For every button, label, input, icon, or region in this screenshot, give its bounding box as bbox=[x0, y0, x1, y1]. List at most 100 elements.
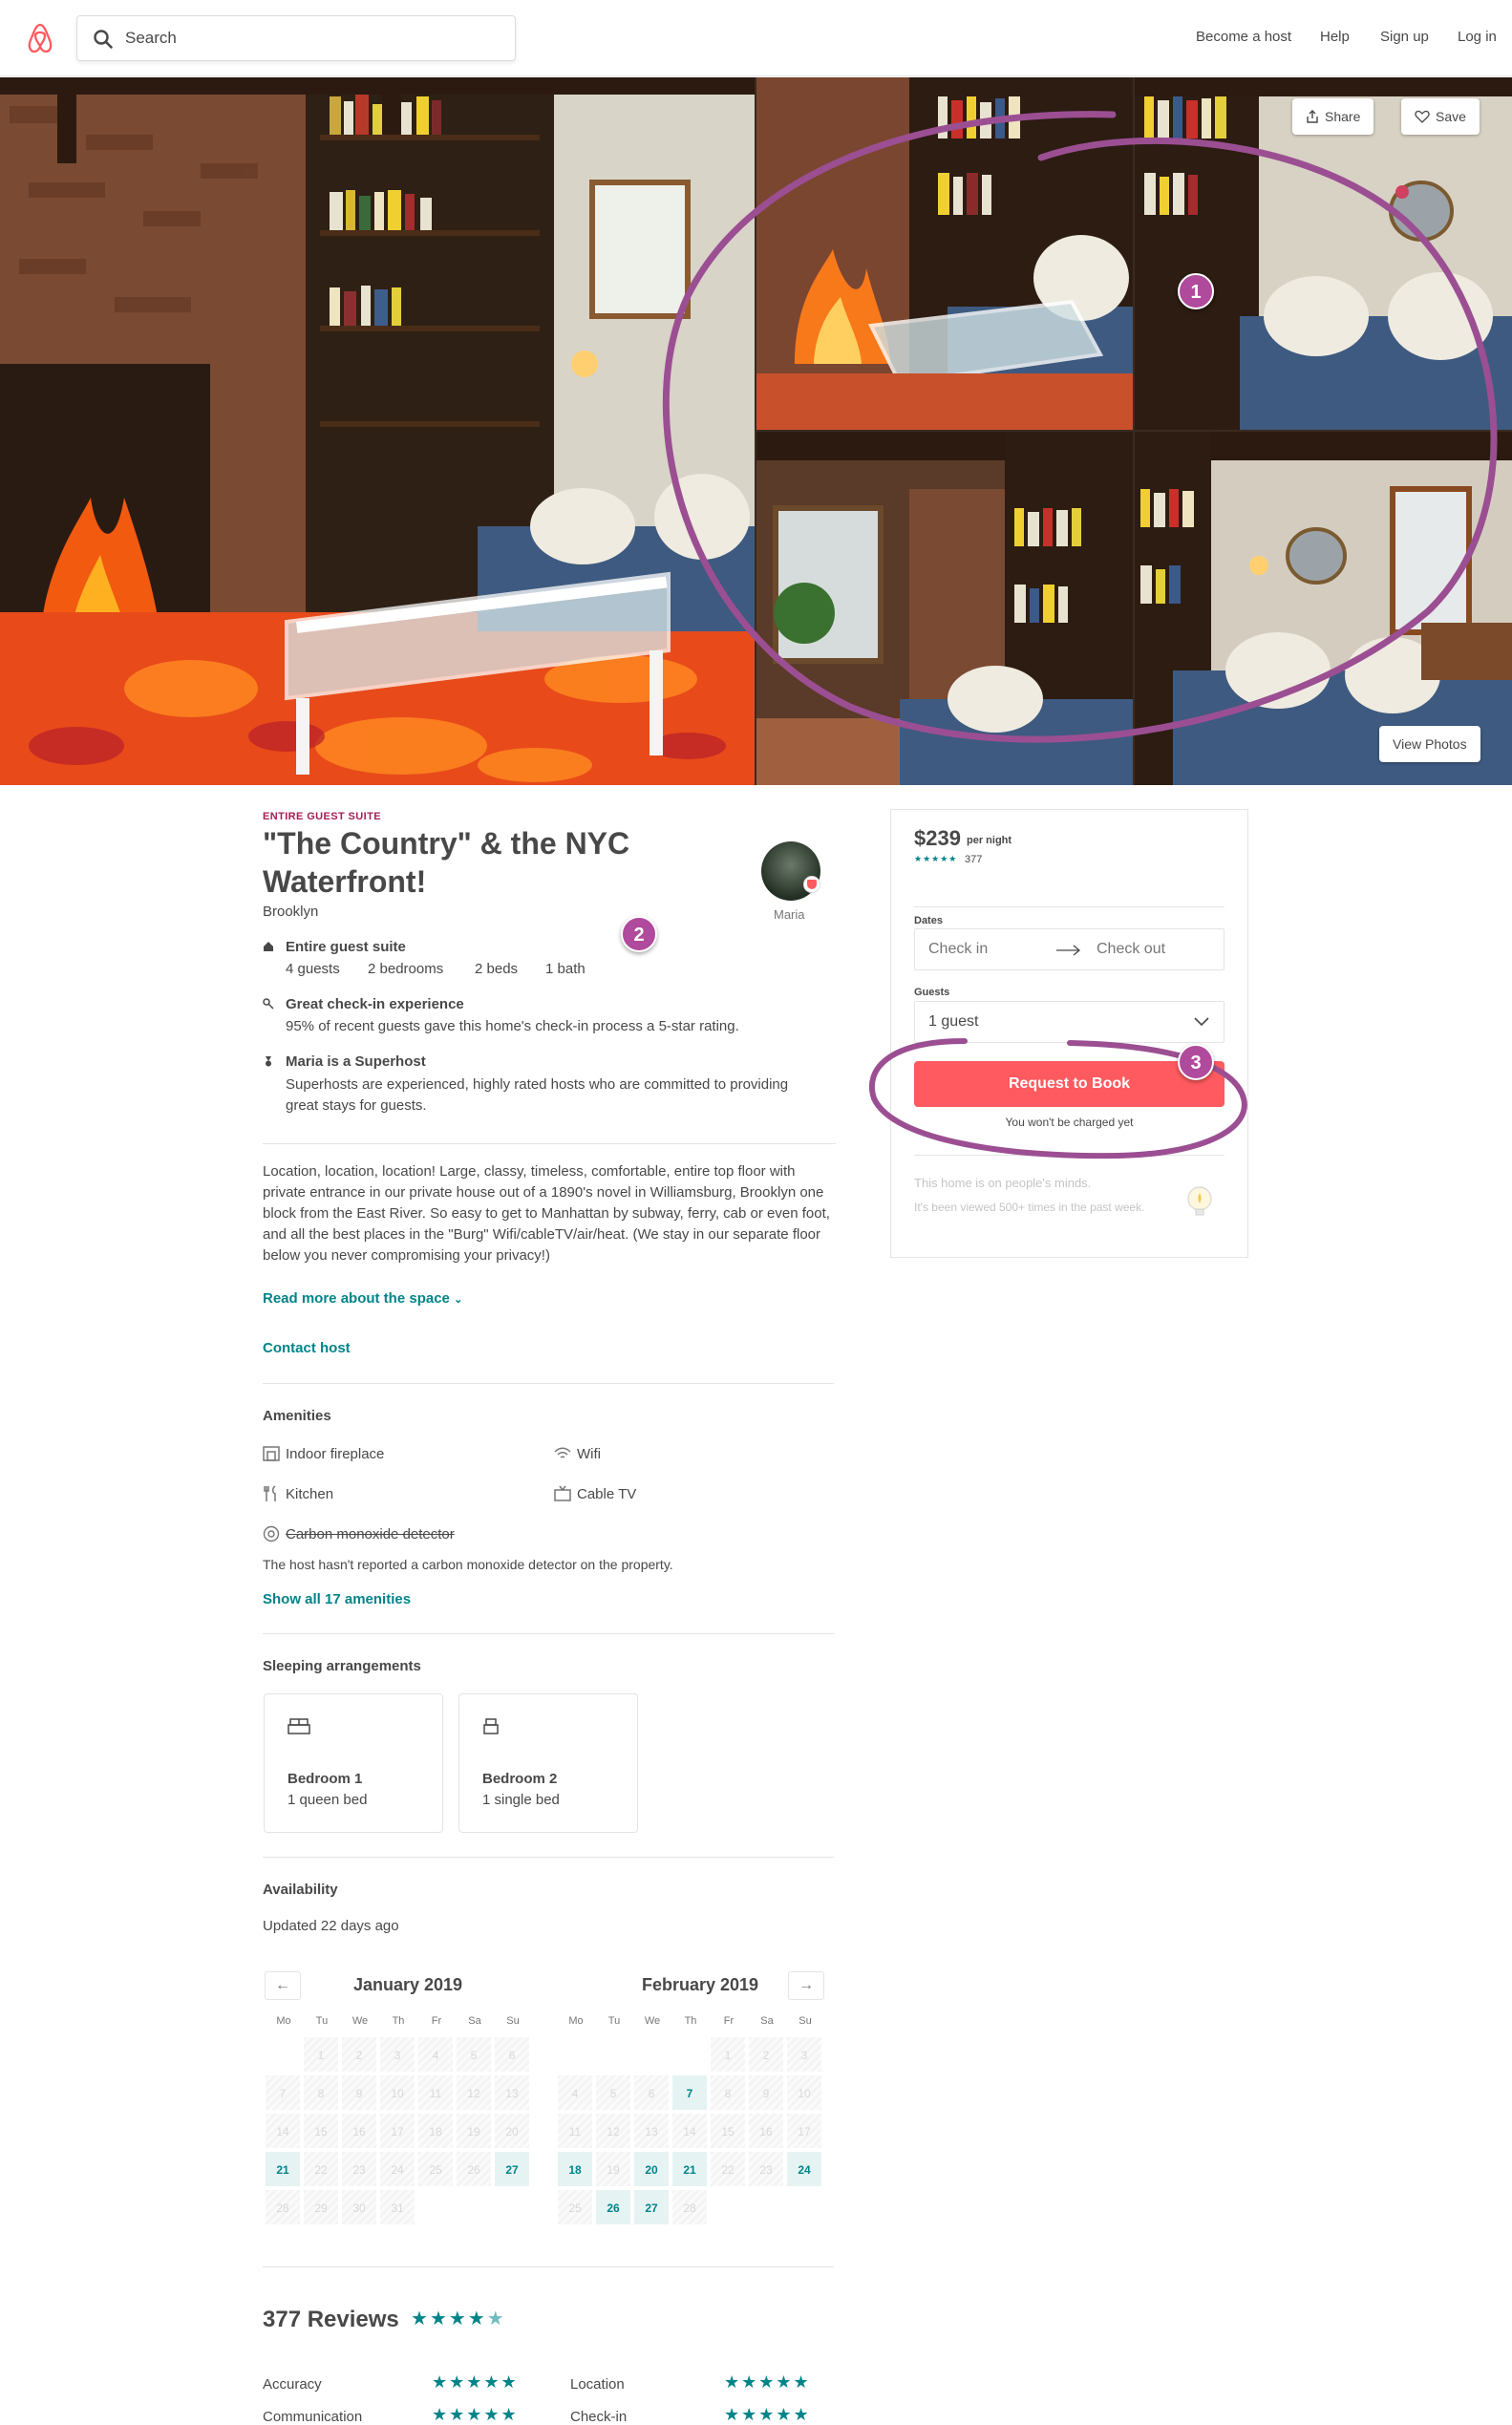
calendar-day: 17 bbox=[379, 2113, 415, 2149]
view-photos-button[interactable]: View Photos bbox=[1379, 726, 1480, 762]
highlight-title-3: Maria is a Superhost bbox=[286, 1053, 426, 1070]
calendar-weekday: Su bbox=[799, 2015, 812, 2027]
no-charge-note: You won't be charged yet bbox=[1005, 1116, 1134, 1129]
check-out-input[interactable]: Check out bbox=[1097, 941, 1165, 958]
calendar-day[interactable]: 24 bbox=[786, 2151, 822, 2187]
calendar-day: 23 bbox=[748, 2151, 784, 2187]
calendar-day[interactable]: 26 bbox=[595, 2189, 631, 2225]
bedroom-card-2: Bedroom 2 1 single bed bbox=[458, 1693, 638, 1833]
calendar-day[interactable]: 7 bbox=[671, 2074, 708, 2111]
photo-thumb-3[interactable] bbox=[756, 432, 1133, 785]
chevron-down-icon bbox=[1194, 1017, 1209, 1027]
calendar-day: 5 bbox=[595, 2074, 631, 2111]
divider bbox=[263, 2266, 834, 2267]
calendar-day: 8 bbox=[303, 2074, 339, 2111]
search-box[interactable] bbox=[76, 15, 516, 61]
calendar-day: 20 bbox=[494, 2113, 530, 2149]
accuracy-stars: ★★★★★ bbox=[432, 2372, 519, 2392]
calendar-month-title: February 2019 bbox=[641, 1975, 759, 1994]
share-button[interactable]: Share bbox=[1292, 98, 1374, 135]
main-photo[interactable] bbox=[0, 77, 755, 785]
amenity-cable-tv: Cable TV bbox=[554, 1485, 636, 1502]
calendar-weekday: Sa bbox=[468, 2015, 481, 2027]
arrow-right-icon bbox=[1056, 945, 1081, 956]
amenity-label: Kitchen bbox=[286, 1486, 334, 1502]
calendar-weekday: Th bbox=[684, 2015, 697, 2027]
calendar-day: 16 bbox=[341, 2113, 377, 2149]
calendar-day: 7 bbox=[265, 2074, 301, 2111]
calendar-day: 4 bbox=[417, 2036, 454, 2073]
calendar-weekday: Tu bbox=[315, 2015, 329, 2027]
guests-value: 1 guest bbox=[928, 1013, 979, 1030]
listing-kicker: ENTIRE GUEST SUITE bbox=[263, 811, 381, 822]
calendar-day: 15 bbox=[710, 2113, 746, 2149]
calendar-day: 19 bbox=[456, 2113, 492, 2149]
calendar-weekday: Tu bbox=[607, 2015, 621, 2027]
calendar-day[interactable]: 18 bbox=[557, 2151, 593, 2187]
divider bbox=[914, 906, 1225, 907]
search-input[interactable] bbox=[125, 26, 488, 51]
heart-icon bbox=[1415, 110, 1430, 123]
calendar-day[interactable]: 21 bbox=[265, 2151, 301, 2187]
nav-sign-up[interactable]: Sign up bbox=[1380, 29, 1429, 45]
check-in-input[interactable]: Check in bbox=[928, 941, 988, 958]
calendar-day: 1 bbox=[303, 2036, 339, 2073]
calendar-day[interactable]: 27 bbox=[494, 2151, 530, 2187]
calendar-weekday: We bbox=[644, 2015, 661, 2027]
chevron-down-icon: ⌄ bbox=[454, 1294, 463, 1306]
calendar-day: 28 bbox=[265, 2189, 301, 2225]
calendar-day: 17 bbox=[786, 2113, 822, 2149]
reviews-heading: 377 Reviews bbox=[263, 2307, 399, 2332]
calendar-day: 24 bbox=[379, 2151, 415, 2187]
airbnb-logo-icon[interactable] bbox=[23, 21, 57, 55]
lightbulb-icon bbox=[1187, 1186, 1212, 1216]
availability-heading: Availability bbox=[263, 1882, 338, 1898]
calendar-day[interactable]: 20 bbox=[633, 2151, 670, 2187]
photo-thumb-1[interactable] bbox=[756, 77, 1133, 430]
guests-select[interactable]: 1 guest bbox=[914, 1001, 1225, 1043]
listing-description: Location, location, location! Large, cla… bbox=[263, 1163, 830, 1264]
booking-stars: ★★★★★ bbox=[914, 854, 958, 863]
share-icon bbox=[1307, 110, 1318, 123]
listing-location[interactable]: Brooklyn bbox=[263, 904, 318, 920]
calendar-day: 22 bbox=[710, 2151, 746, 2187]
review-category-check-in: Check-in bbox=[570, 2409, 628, 2425]
amenity-kitchen: Kitchen bbox=[263, 1485, 333, 1502]
share-label: Share bbox=[1325, 109, 1361, 124]
star-icon: ★ bbox=[429, 2308, 449, 2329]
wifi-icon bbox=[554, 1447, 571, 1458]
bedroom-name: Bedroom 1 bbox=[287, 1771, 363, 1787]
nav-become-host[interactable]: Become a host bbox=[1196, 29, 1291, 45]
calendar-day: 6 bbox=[633, 2074, 670, 2111]
show-all-amenities-link[interactable]: Show all 17 amenities bbox=[263, 1591, 411, 1607]
save-button[interactable]: Save bbox=[1401, 98, 1480, 135]
contact-host-link[interactable]: Contact host bbox=[263, 1340, 351, 1356]
calendar-day[interactable]: 21 bbox=[671, 2151, 708, 2187]
calendar-weekday: Mo bbox=[568, 2015, 584, 2027]
nav-help[interactable]: Help bbox=[1320, 29, 1350, 45]
superhost-badge-icon bbox=[803, 876, 820, 893]
amenities-heading: Amenities bbox=[263, 1408, 331, 1424]
read-more-link[interactable]: Read more about the space ⌄ bbox=[263, 1290, 462, 1307]
calendar-day: 13 bbox=[494, 2074, 530, 2111]
price-unit: per night bbox=[967, 835, 1012, 846]
calendar-weekday: We bbox=[351, 2015, 369, 2027]
calendar-day: 28 bbox=[671, 2189, 708, 2225]
save-label: Save bbox=[1436, 109, 1466, 124]
double-bed-icon bbox=[287, 1718, 310, 1734]
communication-stars: ★★★★★ bbox=[432, 2405, 519, 2424]
calendar-day: 2 bbox=[748, 2036, 784, 2073]
read-more-label: Read more about the space bbox=[263, 1290, 450, 1307]
single-bed-icon bbox=[483, 1718, 499, 1734]
price: $239 bbox=[914, 826, 961, 850]
star-icon: ★ bbox=[448, 2308, 468, 2329]
star-icon: ★ bbox=[411, 2308, 430, 2329]
divider bbox=[263, 1857, 834, 1858]
amenity-fireplace: Indoor fireplace bbox=[263, 1445, 384, 1462]
key-icon bbox=[263, 998, 274, 1010]
highlight-title-1: Entire guest suite bbox=[286, 939, 406, 955]
nav-log-in[interactable]: Log in bbox=[1458, 29, 1497, 45]
host-avatar[interactable] bbox=[761, 841, 820, 901]
calendar-day[interactable]: 27 bbox=[633, 2189, 670, 2225]
calendar-day: 10 bbox=[786, 2074, 822, 2111]
